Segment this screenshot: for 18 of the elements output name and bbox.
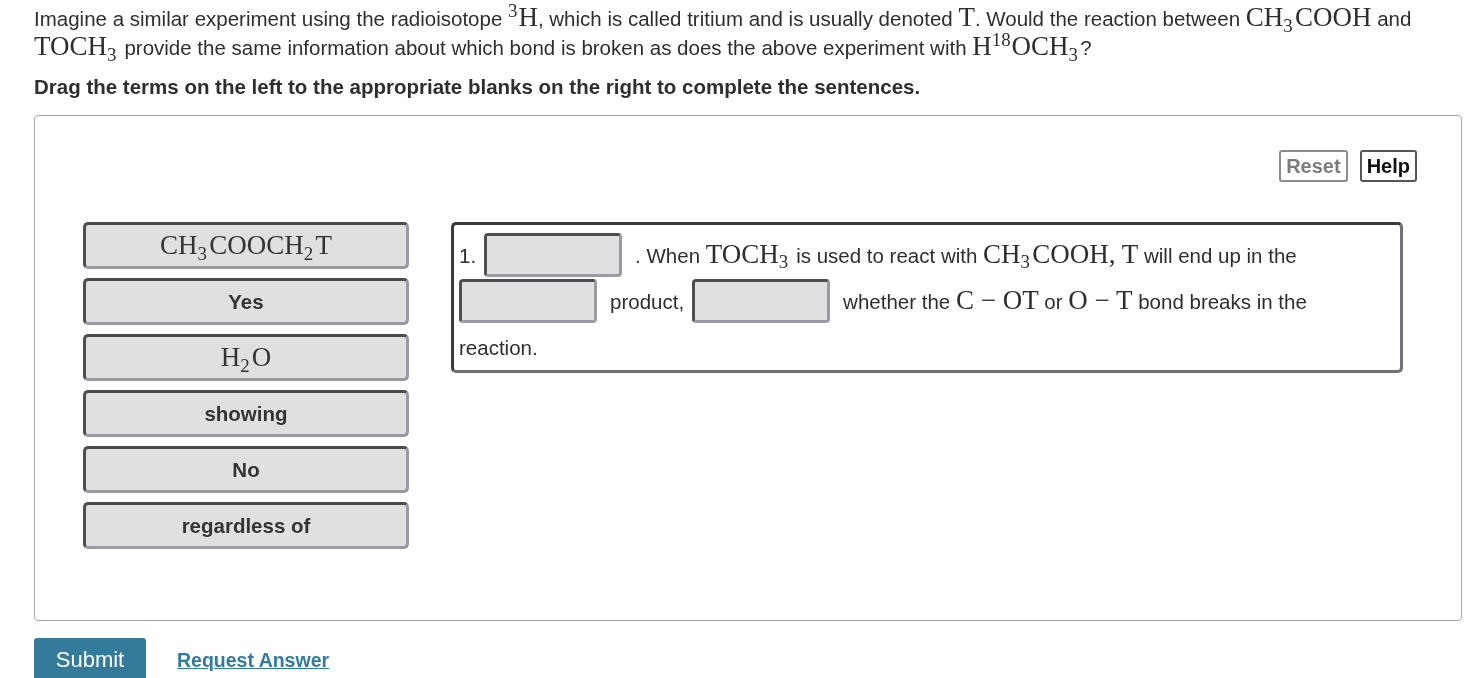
sentence-text: product, xyxy=(610,288,685,315)
term-tile[interactable]: regardless of xyxy=(83,502,409,549)
sentence-text: reaction. xyxy=(459,334,538,361)
request-answer-link[interactable]: Request Answer xyxy=(177,644,330,672)
sentence-text: . When TOCH$_{3}$ is used to react with CH$_{3}$COOH, T will end up in the xyxy=(635,240,1297,270)
sentence-text: whether the C − OT or O − T bond breaks in the xyxy=(843,286,1307,316)
sentence-text: 1. xyxy=(459,242,477,269)
instruction-text: Drag the terms on the left to the appropriate blanks on the right to complete the sentences. xyxy=(34,75,922,99)
term-tile[interactable]: showing xyxy=(83,390,409,437)
term-tile[interactable]: H$_{2}$O xyxy=(83,334,409,381)
drop-blank[interactable] xyxy=(484,233,623,277)
submit-button[interactable]: Submit xyxy=(34,638,146,678)
term-tile[interactable]: Yes xyxy=(83,278,409,325)
drop-blank[interactable] xyxy=(459,279,597,323)
drop-blank[interactable] xyxy=(692,279,831,323)
term-tile[interactable]: CH$_{3}$COOCH$_{2}$T xyxy=(83,222,409,269)
term-tile[interactable]: No xyxy=(83,446,409,493)
help-button[interactable]: Help xyxy=(1359,150,1417,182)
